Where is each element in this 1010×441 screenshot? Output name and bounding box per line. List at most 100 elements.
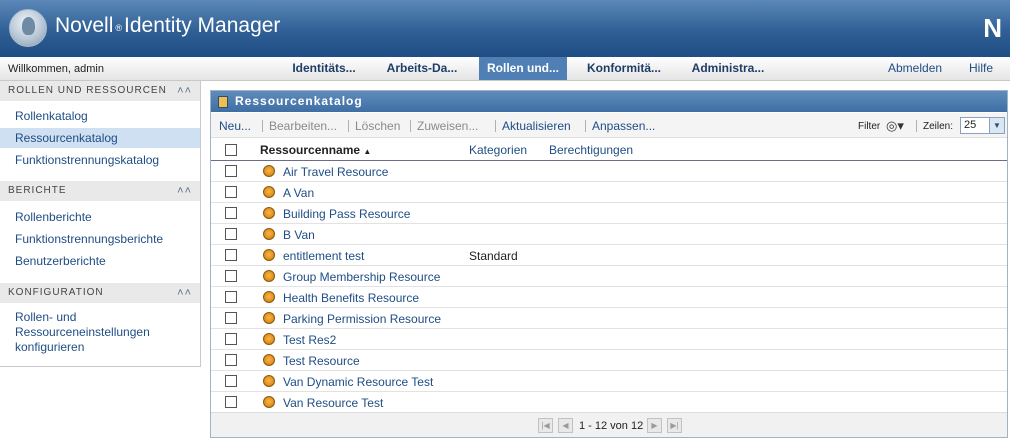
rows-label: Zeilen: — [923, 121, 954, 132]
select-all-checkbox[interactable] — [225, 144, 237, 156]
next-page-icon[interactable]: ▶ — [647, 418, 662, 433]
tab-konformitaet[interactable]: Konformitä... — [577, 57, 671, 80]
row-checkbox[interactable] — [225, 312, 237, 324]
toolbar-separator — [348, 120, 349, 132]
sidebar-item-rollenberichte[interactable]: Rollenberichte — [0, 207, 200, 227]
table-row: Van Dynamic Resource Test — [211, 371, 1007, 392]
section-header-rollen-und-ressourcen: ROLLEN UND RESSOURCEN ˄˄ — [0, 81, 200, 101]
panel-title-bar: Ressourcenkatalog — [211, 91, 1007, 112]
assign-button[interactable]: Zuweisen... — [417, 119, 478, 133]
column-header-kategorien[interactable]: Kategorien — [469, 139, 527, 161]
row-checkbox[interactable] — [225, 396, 237, 408]
row-checkbox[interactable] — [225, 228, 237, 240]
resource-name-link[interactable]: B Van — [283, 228, 315, 242]
edit-button[interactable]: Bearbeiten... — [269, 119, 337, 133]
section-header-berichte: BERICHTE ˄˄ — [0, 181, 200, 201]
chevron-down-icon: ▼ — [989, 118, 1004, 133]
resource-name-link[interactable]: Group Membership Resource — [283, 270, 440, 284]
row-checkbox[interactable] — [225, 333, 237, 345]
resource-name-link[interactable]: Test Resource — [283, 354, 360, 368]
resource-name-link[interactable]: entitlement test — [283, 249, 364, 263]
welcome-text: Willkommen, admin — [8, 63, 104, 75]
resource-icon — [263, 312, 275, 324]
sidebar: ROLLEN UND RESSOURCEN ˄˄ Rollenkatalog R… — [0, 81, 201, 367]
tab-identitaet[interactable]: Identitäts... — [280, 57, 368, 80]
table-row: Test Res2 — [211, 329, 1007, 350]
section-title: ROLLEN UND RESSOURCEN — [8, 85, 167, 96]
app-header: Novell ®Identity Manager N — [0, 0, 1010, 57]
resource-name-link[interactable]: Van Resource Test — [283, 396, 383, 410]
row-checkbox[interactable] — [225, 186, 237, 198]
resource-icon — [263, 228, 275, 240]
toolbar: Neu... Bearbeiten... Löschen Zuweisen...… — [211, 113, 1007, 138]
toolbar-separator — [916, 120, 917, 132]
resource-catalog-panel: Ressourcenkatalog Neu... Bearbeiten... L… — [210, 90, 1008, 438]
first-page-icon[interactable]: |◀ — [538, 418, 553, 433]
filter-label: Filter — [858, 121, 881, 132]
tab-rollen-und-ressourcen[interactable]: Rollen und... — [479, 57, 567, 80]
resource-category: Standard — [469, 249, 518, 263]
sidebar-item-ressourcenkatalog[interactable]: Ressourcenkatalog — [0, 128, 200, 148]
resource-icon — [263, 165, 275, 177]
toolbar-separator — [585, 120, 586, 132]
column-header-berechtigungen[interactable]: Berechtigungen — [549, 139, 633, 161]
logout-link[interactable]: Abmelden — [888, 57, 942, 80]
table-row: entitlement test Standard — [211, 245, 1007, 266]
refresh-button[interactable]: Aktualisieren — [502, 119, 571, 133]
resource-icon — [263, 270, 275, 282]
resource-icon — [263, 207, 275, 219]
sidebar-item-benutzerberichte[interactable]: Benutzerberichte — [0, 251, 200, 271]
pagination-bar: |◀ ◀ 1 - 12 von 12 ▶ ▶| — [211, 412, 1007, 437]
delete-button[interactable]: Löschen — [355, 119, 400, 133]
section-header-konfiguration: KONFIGURATION ˄˄ — [0, 283, 200, 303]
resource-name-link[interactable]: Building Pass Resource — [283, 207, 410, 221]
novell-logo-icon — [9, 9, 47, 47]
double-chevron-up-icon[interactable]: ˄˄ — [177, 81, 192, 101]
sidebar-item-funktionstrennungskatalog[interactable]: Funktionstrennungskatalog — [0, 150, 200, 170]
sidebar-item-konfigurieren[interactable]: Rollen- und Ressourceneinstellungen konf… — [15, 310, 195, 355]
help-link[interactable]: Hilfe — [969, 57, 993, 80]
pagination-range: 1 - 12 von 12 — [579, 420, 644, 432]
table-row: Test Resource — [211, 350, 1007, 371]
sidebar-item-funktionstrennungsberichte[interactable]: Funktionstrennungsberichte — [0, 229, 200, 249]
table-row: Building Pass Resource — [211, 203, 1007, 224]
resource-name-link[interactable]: A Van — [283, 186, 314, 200]
toolbar-separator — [410, 120, 411, 132]
resource-name-link[interactable]: Health Benefits Resource — [283, 291, 419, 305]
resource-name-link[interactable]: Air Travel Resource — [283, 165, 388, 179]
tab-arbeits-dashboard[interactable]: Arbeits-Da... — [375, 57, 469, 80]
top-navigation: Willkommen, admin Identitäts... Arbeits-… — [0, 57, 1010, 81]
row-checkbox[interactable] — [225, 375, 237, 387]
sidebar-item-rollenkatalog[interactable]: Rollenkatalog — [0, 106, 200, 126]
rows-per-page-select[interactable]: 25 ▼ — [960, 117, 1005, 134]
previous-page-icon[interactable]: ◀ — [558, 418, 573, 433]
resource-name-link[interactable]: Parking Permission Resource — [283, 312, 441, 326]
column-header-ressourcenname[interactable]: Ressourcenname ▲ — [260, 139, 371, 161]
filter-icon[interactable]: ◎▾ — [886, 118, 904, 134]
row-checkbox[interactable] — [225, 270, 237, 282]
new-button[interactable]: Neu... — [219, 119, 251, 133]
column-header-label: Ressourcenname — [260, 143, 361, 157]
row-checkbox[interactable] — [225, 207, 237, 219]
row-checkbox[interactable] — [225, 249, 237, 261]
toolbar-separator — [495, 120, 496, 132]
tab-administration[interactable]: Administra... — [681, 57, 775, 80]
row-checkbox[interactable] — [225, 291, 237, 303]
double-chevron-up-icon[interactable]: ˄˄ — [177, 181, 192, 201]
last-page-icon[interactable]: ▶| — [667, 418, 682, 433]
resource-name-link[interactable]: Test Res2 — [283, 333, 336, 347]
resource-icon — [263, 396, 275, 408]
resource-icon — [263, 375, 275, 387]
app-title-product: Identity Manager — [124, 14, 281, 37]
row-checkbox[interactable] — [225, 165, 237, 177]
table-row: B Van — [211, 224, 1007, 245]
app-title: Novell ®Identity Manager — [55, 14, 280, 38]
table-header: Ressourcenname ▲ Kategorien Berechtigung… — [211, 139, 1007, 161]
registered-mark: ® — [115, 23, 122, 33]
customize-button[interactable]: Anpassen... — [592, 119, 655, 133]
table-row: Health Benefits Resource — [211, 287, 1007, 308]
double-chevron-up-icon[interactable]: ˄˄ — [177, 283, 192, 303]
row-checkbox[interactable] — [225, 354, 237, 366]
resource-name-link[interactable]: Van Dynamic Resource Test — [283, 375, 433, 389]
table-row: Group Membership Resource — [211, 266, 1007, 287]
